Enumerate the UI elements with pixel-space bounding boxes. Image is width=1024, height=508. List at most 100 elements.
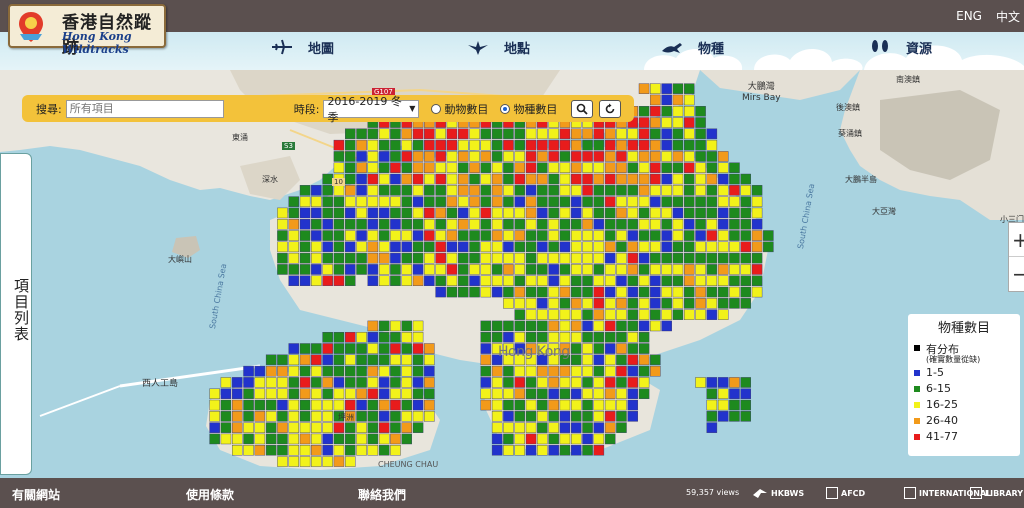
grid-cell[interactable]: [627, 196, 639, 207]
grid-cell[interactable]: [593, 320, 605, 332]
grid-cell[interactable]: [480, 151, 492, 162]
grid-cell[interactable]: [672, 128, 684, 140]
grid-cell[interactable]: [537, 139, 548, 151]
grid-cell[interactable]: [378, 252, 390, 264]
grid-cell[interactable]: [265, 377, 277, 388]
map-area[interactable]: 大鵬灣 Mirs Bay South China Sea South China …: [0, 70, 1024, 478]
grid-cell[interactable]: [548, 128, 559, 140]
lang-chinese-link[interactable]: 中文: [996, 8, 1020, 25]
grid-cell[interactable]: [672, 286, 684, 298]
grid-cell[interactable]: [525, 151, 537, 162]
grid-cell[interactable]: [435, 139, 446, 151]
grid-cell[interactable]: [356, 332, 367, 343]
grid-cell[interactable]: [277, 218, 288, 230]
grid-cell[interactable]: [503, 422, 514, 433]
grid-cell[interactable]: [571, 139, 582, 151]
grid-cell[interactable]: [265, 422, 277, 433]
grid-cell[interactable]: [706, 207, 718, 219]
grid-cell[interactable]: [378, 445, 390, 456]
grid-cell[interactable]: [661, 185, 672, 196]
grid-cell[interactable]: [593, 332, 605, 343]
grid-cell[interactable]: [356, 354, 367, 366]
grid-cell[interactable]: [345, 230, 356, 241]
grid-cell[interactable]: [311, 399, 322, 411]
grid-cell[interactable]: [661, 207, 672, 219]
grid-cell[interactable]: [288, 354, 300, 366]
grid-cell[interactable]: [503, 377, 514, 388]
grid-cell[interactable]: [616, 377, 627, 388]
grid-cell[interactable]: [503, 433, 514, 445]
grid-cell[interactable]: [604, 185, 616, 196]
grid-cell[interactable]: [503, 252, 514, 264]
grid-cell[interactable]: [548, 264, 559, 275]
grid-cell[interactable]: [627, 320, 639, 332]
grid-cell[interactable]: [593, 422, 605, 433]
grid-cell[interactable]: [311, 411, 322, 422]
grid-cell[interactable]: [322, 241, 333, 253]
grid-cell[interactable]: [582, 196, 593, 207]
grid-cell[interactable]: [401, 207, 413, 219]
grid-cell[interactable]: [469, 207, 480, 219]
grid-cell[interactable]: [740, 218, 752, 230]
grid-cell[interactable]: [571, 286, 582, 298]
grid-cell[interactable]: [729, 207, 740, 219]
grid-cell[interactable]: [525, 275, 537, 286]
grid-cell[interactable]: [288, 399, 300, 411]
grid-cell[interactable]: [582, 128, 593, 140]
grid-cell[interactable]: [650, 196, 661, 207]
grid-cell[interactable]: [446, 151, 458, 162]
grid-cell[interactable]: [582, 422, 593, 433]
grid-cell[interactable]: [458, 241, 469, 253]
grid-cell[interactable]: [356, 173, 367, 185]
grid-cell[interactable]: [311, 230, 322, 241]
grid-cell[interactable]: [627, 218, 639, 230]
grid-cell[interactable]: [537, 196, 548, 207]
grid-cell[interactable]: [537, 252, 548, 264]
grid-cell[interactable]: [650, 151, 661, 162]
grid-cell[interactable]: [424, 365, 435, 377]
grid-cell[interactable]: [333, 230, 345, 241]
grid-cell[interactable]: [582, 354, 593, 366]
grid-cell[interactable]: [627, 252, 639, 264]
grid-cell[interactable]: [277, 411, 288, 422]
grid-cell[interactable]: [593, 343, 605, 354]
grid-cell[interactable]: [220, 433, 232, 445]
grid-cell[interactable]: [435, 218, 446, 230]
grid-cell[interactable]: [288, 343, 300, 354]
grid-cell[interactable]: [458, 286, 469, 298]
grid-cell[interactable]: [548, 411, 559, 422]
grid-cell[interactable]: [480, 354, 492, 366]
grid-cell[interactable]: [593, 230, 605, 241]
grid-cell[interactable]: [571, 196, 582, 207]
grid-cell[interactable]: [706, 275, 718, 286]
grid-cell[interactable]: [525, 252, 537, 264]
grid-cell[interactable]: [514, 422, 526, 433]
grid-cell[interactable]: [514, 241, 526, 253]
grid-cell[interactable]: [469, 241, 480, 253]
grid-cell[interactable]: [401, 162, 413, 173]
footer-link-contact[interactable]: 聯絡我們: [358, 486, 406, 503]
grid-cell[interactable]: [254, 365, 266, 377]
grid-cell[interactable]: [638, 275, 650, 286]
grid-cell[interactable]: [548, 286, 559, 298]
grid-cell[interactable]: [333, 207, 345, 219]
grid-cell[interactable]: [322, 377, 333, 388]
grid-cell[interactable]: [661, 320, 672, 332]
grid-cell[interactable]: [661, 309, 672, 320]
grid-cell[interactable]: [650, 309, 661, 320]
grid-cell[interactable]: [424, 275, 435, 286]
grid-cell[interactable]: [661, 83, 672, 94]
grid-cell[interactable]: [717, 185, 729, 196]
grid-cell[interactable]: [650, 185, 661, 196]
grid-cell[interactable]: [435, 128, 446, 140]
grid-cell[interactable]: [277, 388, 288, 400]
grid-cell[interactable]: [311, 422, 322, 433]
grid-cell[interactable]: [424, 230, 435, 241]
grid-cell[interactable]: [231, 388, 243, 400]
grid-cell[interactable]: [650, 94, 661, 106]
grid-cell[interactable]: [333, 422, 345, 433]
grid-cell[interactable]: [537, 264, 548, 275]
grid-cell[interactable]: [277, 422, 288, 433]
grid-cell[interactable]: [378, 365, 390, 377]
grid-cell[interactable]: [729, 230, 740, 241]
